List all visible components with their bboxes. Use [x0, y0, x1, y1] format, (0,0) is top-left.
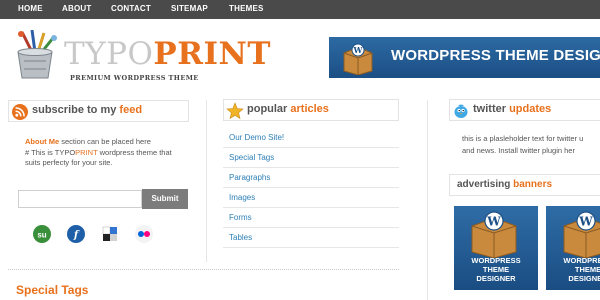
- special-tags-heading: Special Tags: [16, 283, 89, 297]
- nav-home[interactable]: HOME: [18, 0, 43, 17]
- list-item[interactable]: Tables: [223, 228, 399, 248]
- popular-title-accent: articles: [290, 103, 329, 115]
- tweet-line-1: this is a plasleholder text for twitter …: [462, 134, 584, 143]
- ad-line-1: WORDPRESS: [471, 256, 521, 265]
- twitter-title-accent: updates: [509, 103, 552, 115]
- popular-title-text: popular: [247, 103, 291, 115]
- section-divider: [8, 269, 399, 270]
- nav-themes[interactable]: THEMES: [229, 0, 264, 17]
- ad-text: WORDPRESS THEME DESIGNER: [546, 256, 600, 283]
- wordpress-box-icon: W: [556, 208, 600, 259]
- logo-tagline: PREMIUM WORDPRESS THEME: [70, 74, 199, 82]
- banner-text: WORDPRESS THEME DESIG: [391, 47, 600, 64]
- stumbleupon-icon[interactable]: su: [33, 225, 51, 243]
- logo-part-print: PRINT: [153, 36, 271, 72]
- popular-articles-title: popular articles: [223, 99, 399, 121]
- paint-bucket-logo-icon[interactable]: [8, 29, 64, 82]
- furl-icon[interactable]: f: [67, 225, 85, 243]
- nav-contact[interactable]: CONTACT: [111, 0, 151, 17]
- delicious-icon[interactable]: [101, 225, 119, 243]
- list-item[interactable]: Images: [223, 188, 399, 208]
- ad-text: WORDPRESS THEME DESIGNER: [454, 256, 538, 283]
- star-icon: [226, 102, 244, 120]
- column-divider-right: [427, 100, 428, 300]
- tweet-line-2: and news. Install twitter plugin her: [462, 145, 575, 155]
- about-text-2: # This is TYPO: [25, 147, 76, 157]
- subscribe-widget-title: subscribe to my feed: [8, 100, 189, 122]
- about-me-text: About Me section can be placed here # Th…: [25, 137, 185, 169]
- nav-sitemap[interactable]: SITEMAP: [171, 0, 208, 17]
- about-text-1: section can be placed here: [59, 137, 151, 146]
- wordpress-box-icon: W: [464, 208, 524, 259]
- twitter-title-text: twitter: [473, 103, 510, 115]
- twitter-widget-title: twitter updates: [449, 99, 600, 121]
- ad-banner-2[interactable]: W WORDPRESS THEME DESIGNER: [546, 206, 600, 290]
- svg-text:W: W: [486, 215, 501, 229]
- svg-text:W: W: [353, 45, 364, 55]
- top-nav: HOME ABOUT CONTACT SITEMAP THEMES: [0, 0, 600, 19]
- subscribe-title-accent: feed: [119, 104, 143, 116]
- flickr-icon[interactable]: [135, 225, 153, 243]
- list-item[interactable]: Our Demo Site!: [223, 128, 399, 148]
- logo-part-typo: TYPO: [64, 36, 154, 72]
- ads-title-accent: banners: [513, 179, 553, 190]
- svg-text:su: su: [37, 231, 46, 240]
- list-item[interactable]: Forms: [223, 208, 399, 228]
- ad-line-2: THEME: [574, 265, 600, 274]
- ad-banner-1[interactable]: W WORDPRESS THEME DESIGNER: [454, 206, 538, 290]
- about-accent: PRINT: [75, 147, 98, 157]
- list-item[interactable]: Paragraphs: [223, 168, 399, 188]
- logo-wordmark[interactable]: TYPOPRINT: [64, 37, 271, 71]
- svg-text:f: f: [73, 230, 80, 241]
- wordpress-box-icon: W: [341, 41, 375, 76]
- submit-button[interactable]: Submit: [142, 189, 188, 209]
- ad-line-1: WORDPRESS: [563, 256, 600, 265]
- about-me-link[interactable]: About Me: [25, 137, 59, 146]
- ads-title-text: advertising: [457, 179, 514, 190]
- twitter-placeholder-text: this is a plasleholder text for twitter …: [462, 133, 600, 156]
- column-divider-left: [206, 100, 207, 262]
- header-ad-banner[interactable]: W WORDPRESS THEME DESIG: [329, 37, 600, 78]
- subscribe-title-text: subscribe to my: [32, 104, 120, 116]
- ad-line-2: THEME: [482, 265, 510, 274]
- advertising-banners-title: advertising banners: [449, 174, 600, 196]
- list-item[interactable]: Special Tags: [223, 148, 399, 168]
- ad-line-3: DESIGNER: [476, 274, 516, 283]
- twitter-bird-icon: [452, 102, 470, 120]
- nav-about[interactable]: ABOUT: [62, 0, 91, 17]
- subscribe-email-input[interactable]: [18, 190, 142, 208]
- popular-articles-list: Our Demo Site! Special Tags Paragraphs I…: [223, 128, 399, 248]
- ad-line-3: DESIGNER: [568, 274, 600, 283]
- svg-text:W: W: [578, 215, 593, 229]
- rss-icon: [11, 103, 29, 121]
